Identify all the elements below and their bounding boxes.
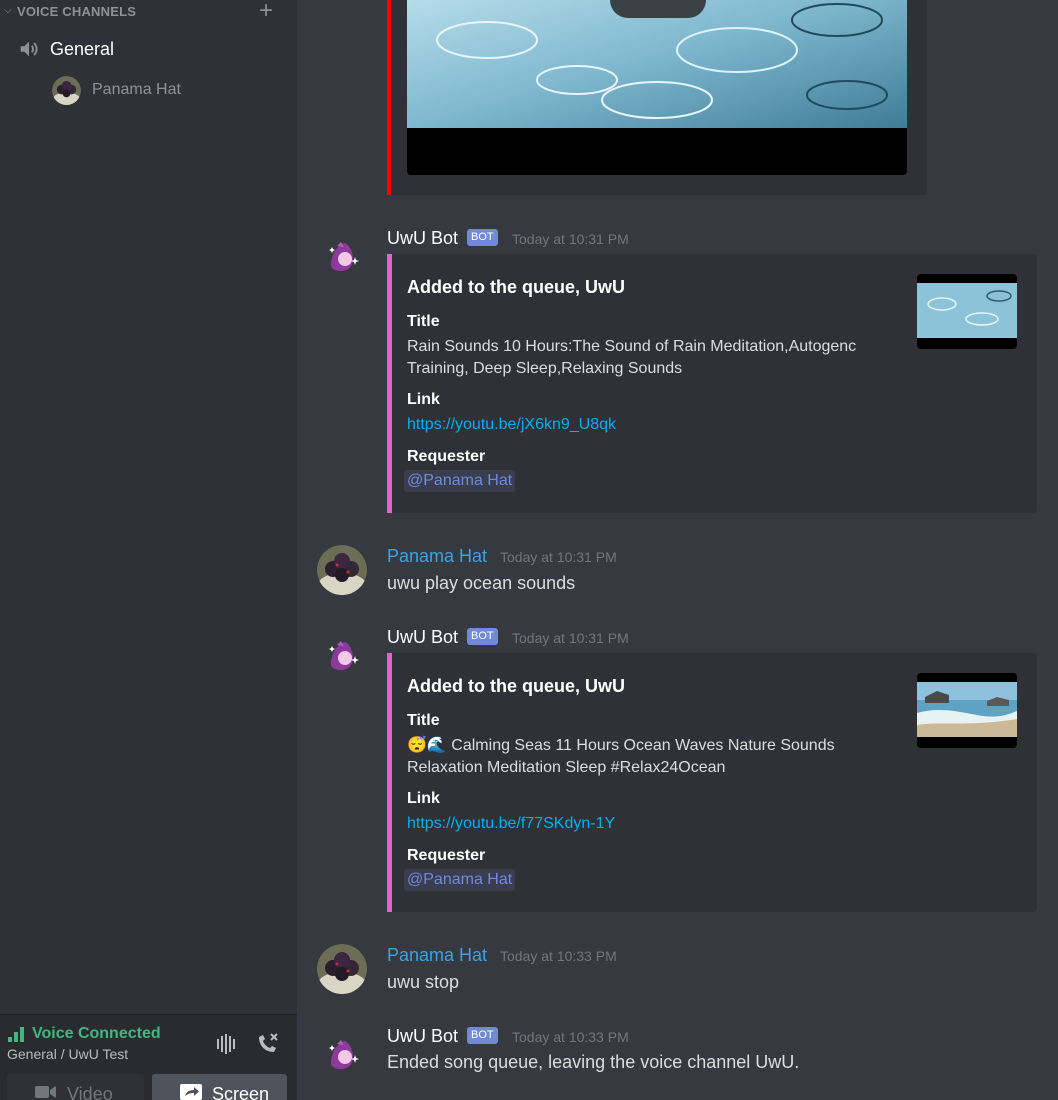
bot-tag: BOT	[467, 1027, 498, 1044]
embed-link[interactable]: https://youtu.be/f77SKdyn-1Y	[407, 814, 615, 834]
field-requester-label: Requester	[407, 847, 486, 864]
category-label: VOICE CHANNELS	[17, 4, 137, 19]
queue-embed: Added to the queue, UwU Title 😴🌊 Calming…	[387, 653, 1037, 912]
message-bot-ended: UwU Bot BOT Today at 10:33 PM Ended song…	[297, 1025, 1058, 1085]
avatar[interactable]	[317, 545, 367, 595]
requester-mention[interactable]: @Panama Hat	[404, 869, 516, 891]
timestamp: Today at 10:31 PM	[500, 549, 617, 565]
field-title-label: Title	[407, 712, 440, 729]
avatar[interactable]	[317, 630, 367, 680]
video-label: Video	[67, 1084, 113, 1100]
video-button[interactable]: Video	[7, 1074, 144, 1100]
voice-connection-panel: Voice Connected General / UwU Test Video	[0, 1014, 297, 1100]
bot-tag: BOT	[467, 229, 498, 246]
voice-channels-category[interactable]: ⌵ VOICE CHANNELS +	[0, 0, 297, 24]
disconnect-icon[interactable]	[254, 1031, 280, 1057]
rain-thumbnail	[407, 0, 907, 128]
field-title-value: 😴🌊 Calming Seas 11 Hours Ocean Waves Nat…	[407, 735, 877, 779]
embed-thumbnail[interactable]	[917, 673, 1017, 748]
add-channel-icon[interactable]: +	[256, 0, 276, 23]
embed-link[interactable]: https://youtu.be/jX6kn9_U8qk	[407, 415, 616, 435]
voice-user-panama-hat[interactable]: Panama Hat	[50, 74, 280, 106]
username[interactable]: UwU Bot	[387, 626, 458, 648]
message-text: uwu stop	[387, 972, 460, 992]
rain-thumbnail	[917, 283, 1017, 338]
signal-icon	[8, 1027, 24, 1042]
avatar[interactable]	[317, 1029, 367, 1079]
message-bot-queue-ocean: UwU Bot BOT Today at 10:31 PM Added to t…	[297, 626, 1058, 916]
message-bot-queue-rain: UwU Bot BOT Today at 10:31 PM Added to t…	[297, 227, 1058, 517]
voice-status-label: Voice Connected	[32, 1025, 161, 1042]
embed-title: Added to the queue, UwU	[407, 676, 625, 696]
chat-area: UwU Bot BOT Today at 10:31 PM Added to t…	[297, 0, 1058, 1100]
sleeping-wave-emoji: 😴🌊	[407, 737, 447, 754]
embed-title: Added to the queue, UwU	[407, 277, 625, 297]
embed-thumbnail[interactable]	[917, 274, 1017, 349]
field-requester-label: Requester	[407, 448, 486, 465]
field-link-label: Link	[407, 391, 440, 408]
message-user-ocean: Panama Hat Today at 10:31 PM uwu play oc…	[297, 545, 1058, 600]
field-title-label: Title	[407, 313, 440, 330]
screen-label: Screen	[212, 1084, 270, 1100]
screen-share-button[interactable]: Screen	[152, 1074, 287, 1100]
message-text: Ended song queue, leaving the voice chan…	[387, 1052, 800, 1072]
queue-embed: Added to the queue, UwU Title Rain Sound…	[387, 254, 1037, 513]
username[interactable]: Panama Hat	[387, 545, 487, 567]
video-player[interactable]	[407, 0, 907, 175]
field-title-value: Rain Sounds 10 Hours:The Sound of Rain M…	[407, 338, 857, 377]
field-link-label: Link	[407, 790, 440, 807]
message-text: uwu play ocean sounds	[387, 573, 576, 593]
channel-name: General	[50, 39, 115, 59]
bot-tag: BOT	[467, 628, 498, 645]
username[interactable]: Panama Hat	[387, 944, 487, 966]
message-user-stop: Panama Hat Today at 10:33 PM uwu stop	[297, 944, 1058, 999]
timestamp: Today at 10:33 PM	[500, 948, 617, 964]
speaker-icon	[20, 41, 38, 57]
avatar[interactable]	[317, 944, 367, 994]
avatar	[52, 76, 81, 105]
username[interactable]: UwU Bot	[387, 227, 458, 249]
username[interactable]: UwU Bot	[387, 1025, 458, 1047]
voice-channel-general[interactable]: General	[8, 34, 290, 64]
voice-user-name: Panama Hat	[92, 81, 181, 98]
noise-suppression-icon[interactable]	[214, 1031, 240, 1057]
video-camera-icon	[35, 1086, 56, 1098]
requester-mention[interactable]: @Panama Hat	[404, 470, 516, 492]
screen-share-icon	[180, 1084, 202, 1100]
timestamp: Today at 10:31 PM	[512, 231, 629, 247]
channel-sidebar: ⌵ VOICE CHANNELS + General Panama Hat Vo…	[0, 0, 297, 1100]
ocean-thumbnail	[917, 682, 1017, 737]
previous-embed	[387, 0, 927, 195]
chevron-down-icon: ⌵	[4, 5, 12, 16]
play-button[interactable]	[610, 0, 706, 18]
timestamp: Today at 10:33 PM	[512, 1029, 629, 1045]
avatar[interactable]	[317, 231, 367, 281]
field-title-text: Calming Seas 11 Hours Ocean Waves Nature…	[407, 737, 835, 776]
timestamp: Today at 10:31 PM	[512, 630, 629, 646]
voice-location[interactable]: General / UwU Test	[7, 1046, 128, 1062]
